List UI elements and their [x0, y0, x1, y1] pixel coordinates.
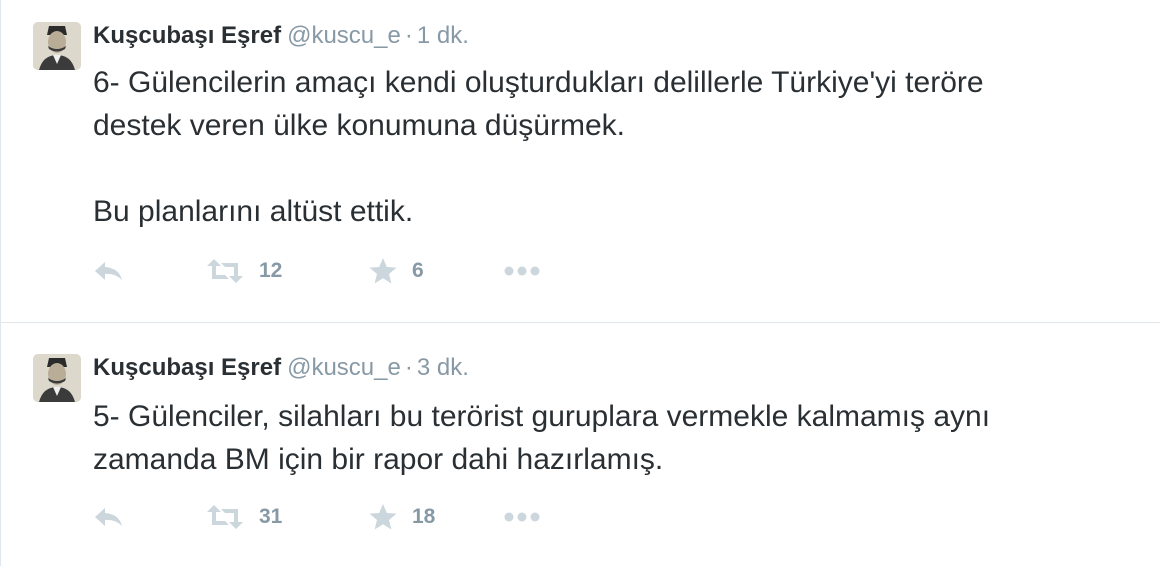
- avatar[interactable]: [33, 354, 81, 402]
- avatar[interactable]: [33, 22, 81, 70]
- tweet[interactable]: Kuşcubaşı Eşref @kuscu_e · 1 dk. 6- Gülenci…: [1, 0, 1160, 323]
- header-separator: ·: [404, 22, 413, 49]
- star-icon: [369, 504, 397, 530]
- favorite-count: 6: [412, 259, 424, 282]
- author-handle[interactable]: @kuscu_e: [287, 22, 401, 49]
- retweet-button[interactable]: 12: [205, 256, 282, 286]
- tweet-header: Kuşcubaşı Eşref @kuscu_e · 3 dk.: [93, 353, 469, 383]
- tweet-feed: Kuşcubaşı Eşref @kuscu_e · 1 dk. 6- Gülenci…: [0, 0, 1160, 566]
- favorite-button[interactable]: 6: [368, 256, 424, 286]
- retweet-button[interactable]: 31: [205, 502, 282, 532]
- favorite-button[interactable]: 18: [368, 502, 435, 532]
- tweet[interactable]: Kuşcubaşı Eşref @kuscu_e · 3 dk. 5- Gülenci…: [1, 323, 1160, 566]
- star-icon: [369, 258, 397, 284]
- retweet-icon: [207, 259, 243, 283]
- retweet-count: 31: [259, 505, 283, 528]
- more-dots-icon: [504, 512, 540, 522]
- more-button[interactable]: [503, 502, 543, 532]
- more-button[interactable]: [503, 256, 543, 286]
- author-name[interactable]: Kuşcubaşı Eşref: [93, 354, 281, 381]
- retweet-count: 12: [259, 259, 283, 282]
- avatar-portrait-icon: [33, 354, 81, 402]
- reply-button[interactable]: [93, 256, 125, 286]
- timestamp[interactable]: 1 dk.: [417, 22, 469, 49]
- more-dots-icon: [504, 266, 540, 276]
- avatar-portrait-icon: [33, 22, 81, 70]
- author-name[interactable]: Kuşcubaşı Eşref: [93, 22, 281, 49]
- tweet-header: Kuşcubaşı Eşref @kuscu_e · 1 dk.: [93, 21, 469, 51]
- header-separator: ·: [404, 354, 413, 381]
- author-handle[interactable]: @kuscu_e: [287, 354, 401, 381]
- timestamp[interactable]: 3 dk.: [417, 354, 469, 381]
- reply-icon: [95, 508, 122, 526]
- favorite-count: 18: [412, 505, 436, 528]
- reply-button[interactable]: [93, 502, 125, 532]
- reply-icon: [95, 262, 122, 280]
- tweet-text: 5- Gülenciler, silahları bu terörist gur…: [93, 400, 991, 476]
- tweet-text: 6- Gülencilerin amaçı kendi oluşturdukla…: [93, 66, 984, 228]
- retweet-icon: [207, 505, 243, 529]
